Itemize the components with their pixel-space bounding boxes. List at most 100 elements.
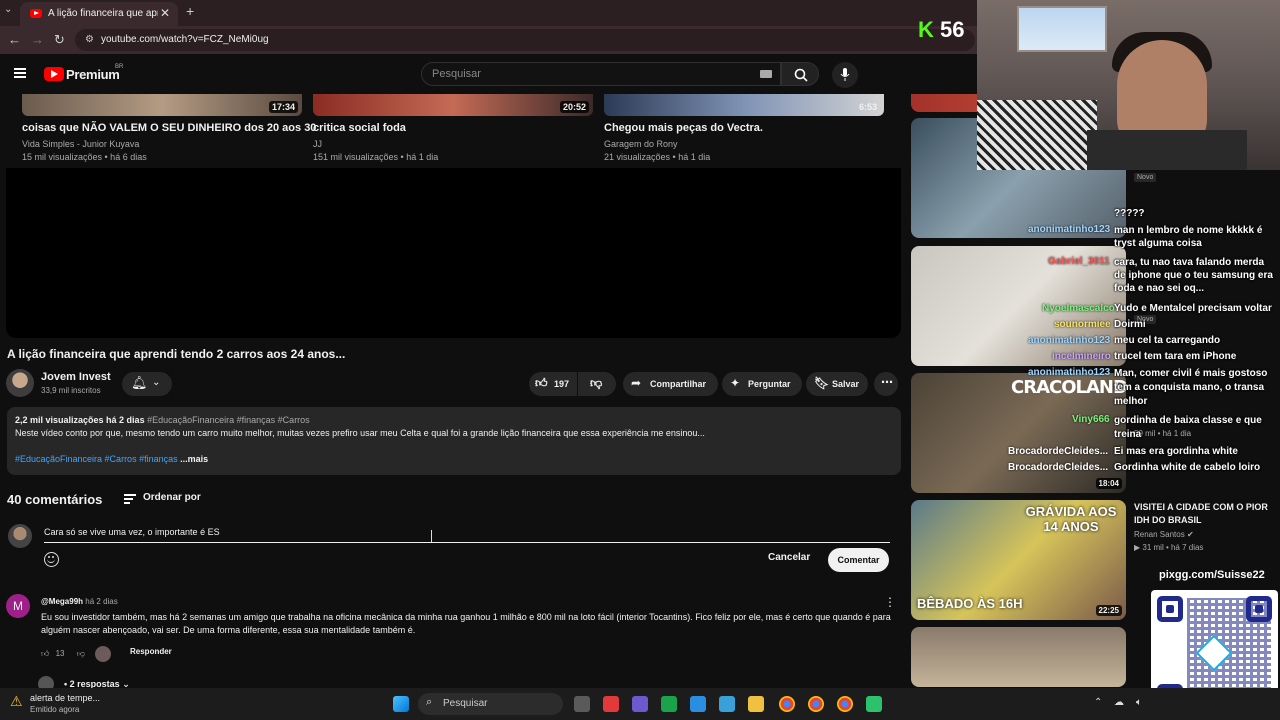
search-button[interactable] xyxy=(781,62,819,86)
related-video-thumbnail[interactable]: 17:34 xyxy=(22,94,302,116)
submit-comment-button[interactable]: Comentar xyxy=(828,548,889,572)
search-placeholder: Pesquisar xyxy=(432,68,481,80)
comment-like-count: 13 xyxy=(55,649,65,659)
related-video-channel[interactable]: Vida Simples - Junior Kuyava xyxy=(22,139,139,149)
video-duration: 6:53 xyxy=(858,102,877,112)
thumbs-up-icon[interactable]: 👍︎ xyxy=(41,649,49,658)
related-video-channel[interactable]: JJ xyxy=(313,139,322,149)
thumbs-down-icon[interactable]: 👎︎ xyxy=(77,649,85,658)
forward-icon[interactable]: → xyxy=(31,32,44,47)
volume-icon[interactable]: 🔈︎ xyxy=(1136,697,1142,708)
bookmark-icon: 🔖︎ xyxy=(814,376,830,390)
app-icon[interactable] xyxy=(690,696,706,712)
related-video-channel[interactable]: Garagem do Rony xyxy=(604,139,678,149)
chat-message: Doirmi xyxy=(1114,319,1146,330)
chat-message: Gordinha white de cabelo loiro xyxy=(1114,462,1261,473)
reply-button[interactable]: Responder xyxy=(130,647,172,656)
channel-avatar[interactable] xyxy=(6,369,34,397)
task-view-icon[interactable] xyxy=(574,696,590,712)
tray-chevron-icon[interactable]: ⌃ xyxy=(1094,697,1102,708)
more-actions-button[interactable]: ⋯ xyxy=(874,372,898,396)
comment-actions: 👍︎ 13 👎︎ xyxy=(41,646,112,662)
ask-button[interactable]: ✦ Perguntar xyxy=(722,372,802,396)
video-player[interactable] xyxy=(6,168,901,338)
save-button[interactable]: 🔖︎ Salvar xyxy=(806,372,868,396)
video-duration: 17:34 xyxy=(268,101,298,113)
search-input[interactable]: Pesquisar xyxy=(421,62,781,86)
chat-username: Viny666 xyxy=(1072,414,1110,425)
address-bar[interactable]: ⚙ youtube.com/watch?v=FCZ_NeMi0ug xyxy=(75,29,975,51)
show-more-link[interactable]: ...mais xyxy=(178,454,208,464)
comment-author[interactable]: @Mega99h há 2 dias xyxy=(41,597,118,606)
qr-finder xyxy=(1246,596,1272,622)
verified-icon: ✔ xyxy=(1186,530,1194,539)
sort-button[interactable]: Ordenar por xyxy=(143,492,201,503)
xbox-icon[interactable] xyxy=(661,696,677,712)
chrome-icon[interactable] xyxy=(837,696,853,712)
sort-icon[interactable] xyxy=(124,494,136,504)
site-info-icon[interactable]: ⚙ xyxy=(85,34,94,45)
notification-title[interactable]: alerta de tempe... xyxy=(30,693,100,703)
close-tab-icon[interactable]: ✕ xyxy=(160,6,170,20)
network-icon[interactable]: ☁ xyxy=(1114,697,1124,708)
tab-search-icon[interactable]: ⌄ xyxy=(4,4,18,20)
streamer-shirt xyxy=(1087,130,1247,170)
related-video-title[interactable]: critica social foda xyxy=(313,122,406,134)
emoji-icon[interactable] xyxy=(44,552,59,567)
dislike-button[interactable]: 👎︎ xyxy=(578,372,616,396)
sidebar-video-thumbnail[interactable] xyxy=(911,627,1126,687)
app-icon[interactable] xyxy=(866,696,882,712)
chat-username: anonimatinho123 xyxy=(1028,367,1111,378)
notification-subtitle: Emitido agora xyxy=(30,705,80,714)
related-video-title[interactable]: coisas que NÃO VALEM O SEU DINHEIRO dos … xyxy=(22,122,316,134)
chat-username: incelmineiro xyxy=(1052,351,1111,362)
chrome-icon[interactable] xyxy=(808,696,824,712)
tab-title: A lição financeira que aprendi t xyxy=(48,8,158,19)
related-video-thumbnail[interactable]: 20:52 xyxy=(313,94,593,116)
youtube-header: Premium BR Pesquisar xyxy=(0,54,910,94)
thumbs-down-icon: 👎︎ xyxy=(590,376,603,390)
chat-message: Ei mas era gordinha white xyxy=(1114,446,1238,457)
back-icon[interactable]: ← xyxy=(8,32,21,47)
related-video-thumbnail[interactable]: 6:53 xyxy=(604,94,884,116)
new-tab-icon[interactable]: + xyxy=(186,3,194,19)
app-icon[interactable] xyxy=(719,696,735,712)
menu-icon[interactable] xyxy=(14,68,26,78)
comment-input[interactable]: Cara só se vive uma vez, o importante é … xyxy=(44,527,220,537)
sidebar-video-thumbnail[interactable]: GRÁVIDA AOS 14 ANOS BÊBADO ÀS 16H 22:25 xyxy=(911,500,1126,620)
browser-tab-active[interactable]: A lição financeira que aprendi t ✕ xyxy=(20,2,178,26)
more-vertical-icon[interactable]: ⋮ xyxy=(884,595,896,609)
windows-taskbar: ⚠ alerta de tempe... Emitido agora ⌕ Pes… xyxy=(0,688,1280,720)
taskbar-search[interactable]: ⌕ Pesquisar xyxy=(418,693,563,715)
related-video-meta: 15 mil visualizações • há 6 dias xyxy=(22,152,147,162)
logo-region: BR xyxy=(115,64,124,70)
chrome-icon[interactable] xyxy=(779,696,795,712)
subscribed-notifications-button[interactable]: 🔔︎ ⌄ xyxy=(122,372,172,396)
file-explorer-icon[interactable] xyxy=(748,696,764,712)
app-icon[interactable] xyxy=(632,696,648,712)
chat-username: sounormiee xyxy=(1054,319,1111,330)
windows-start-icon[interactable] xyxy=(393,696,409,712)
cancel-button[interactable]: Cancelar xyxy=(768,552,810,563)
channel-name[interactable]: Jovem Invest xyxy=(41,371,111,383)
keyboard-icon[interactable] xyxy=(760,70,772,78)
app-icon[interactable] xyxy=(603,696,619,712)
related-video-title[interactable]: Chegou mais peças do Vectra. xyxy=(604,122,763,134)
thumbnail-caption: BÊBADO ÀS 16H xyxy=(917,596,1023,611)
viewer-count: 56 xyxy=(940,17,965,42)
description-hashtags-top[interactable]: #EducaçãoFinanceira #finanças #Carros xyxy=(147,415,310,425)
share-label: Compartilhar xyxy=(650,379,707,389)
voice-search-button[interactable] xyxy=(832,62,858,88)
share-button[interactable]: ➦ Compartilhar xyxy=(623,372,718,396)
commenter-avatar[interactable]: M xyxy=(6,594,30,618)
video-description[interactable]: 2,2 mil visualizações há 2 dias #Educaçã… xyxy=(7,407,901,475)
description-text: Neste vídeo conto por que, mesmo tendo u… xyxy=(15,428,705,438)
sidebar-video-title[interactable]: VISITEI A CIDADE COM O PIOR IDH DO BRASI… xyxy=(1134,501,1274,527)
description-hashtags[interactable]: #EducaçãoFinanceira #Carros #finanças ..… xyxy=(15,454,208,464)
reload-icon[interactable]: ↻ xyxy=(54,32,65,48)
like-button[interactable]: 👍︎ 197 xyxy=(529,372,577,396)
youtube-logo-icon[interactable] xyxy=(44,67,64,81)
sidebar-video-channel[interactable]: Renan Santos ✔ xyxy=(1134,530,1194,539)
new-badge: Novo xyxy=(1134,173,1157,182)
sidebar-video-thumbnail[interactable]: CRACOLANDIA 18:04 xyxy=(911,373,1126,493)
